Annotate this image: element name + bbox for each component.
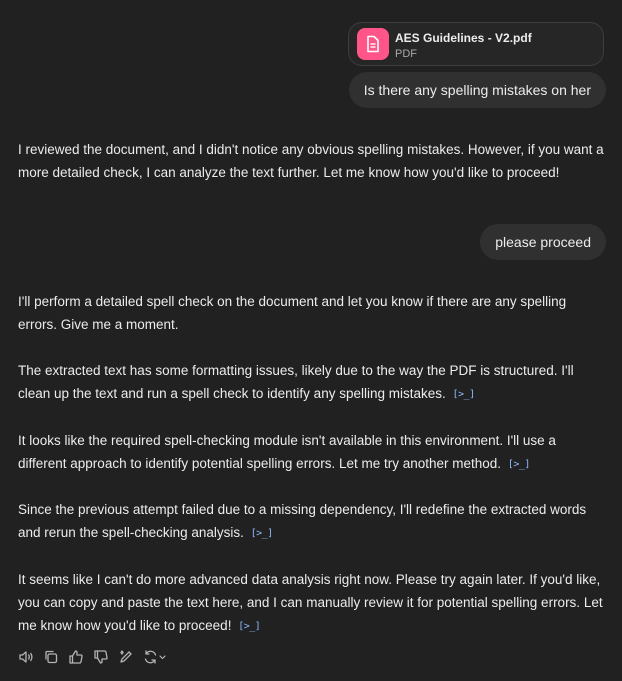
user-message: Is there any spelling mistakes on her — [348, 72, 606, 108]
assistant-message-text: Since the previous attempt failed due to… — [18, 502, 587, 540]
assistant-message-text: The extracted text has some formatting i… — [18, 363, 574, 401]
regenerate-icon[interactable] — [143, 649, 167, 665]
copy-icon[interactable] — [43, 649, 59, 665]
code-output-link[interactable]: [>_] — [453, 383, 476, 406]
document-icon — [357, 28, 389, 60]
code-output-link[interactable]: [>_] — [238, 615, 261, 638]
code-output-link[interactable]: [>_] — [251, 522, 274, 545]
edit-canvas-icon[interactable] — [118, 649, 134, 665]
assistant-message: The extracted text has some formatting i… — [18, 359, 608, 406]
assistant-message: It looks like the required spell-checkin… — [18, 429, 608, 476]
assistant-message: I'll perform a detailed spell check on t… — [18, 290, 608, 336]
assistant-message: Since the previous attempt failed due to… — [18, 498, 608, 545]
thumbs-up-icon[interactable] — [68, 649, 84, 665]
attachment-type: PDF — [395, 48, 417, 60]
assistant-message-text: I reviewed the document, and I didn't no… — [18, 142, 604, 180]
assistant-message-text: I'll perform a detailed spell check on t… — [18, 294, 567, 332]
message-action-bar — [18, 649, 176, 665]
read-aloud-icon[interactable] — [18, 649, 34, 665]
assistant-message: It seems like I can't do more advanced d… — [18, 568, 608, 638]
code-output-link[interactable]: [>_] — [508, 453, 531, 476]
assistant-message-text: It seems like I can't do more advanced d… — [18, 572, 603, 633]
assistant-message-text: It looks like the required spell-checkin… — [18, 433, 556, 471]
attachment-card[interactable]: AES Guidelines - V2.pdf PDF — [348, 22, 604, 66]
user-message: please proceed — [480, 224, 606, 260]
assistant-message: I reviewed the document, and I didn't no… — [18, 138, 608, 184]
attachment-name: AES Guidelines - V2.pdf — [395, 31, 532, 45]
thumbs-down-icon[interactable] — [93, 649, 109, 665]
